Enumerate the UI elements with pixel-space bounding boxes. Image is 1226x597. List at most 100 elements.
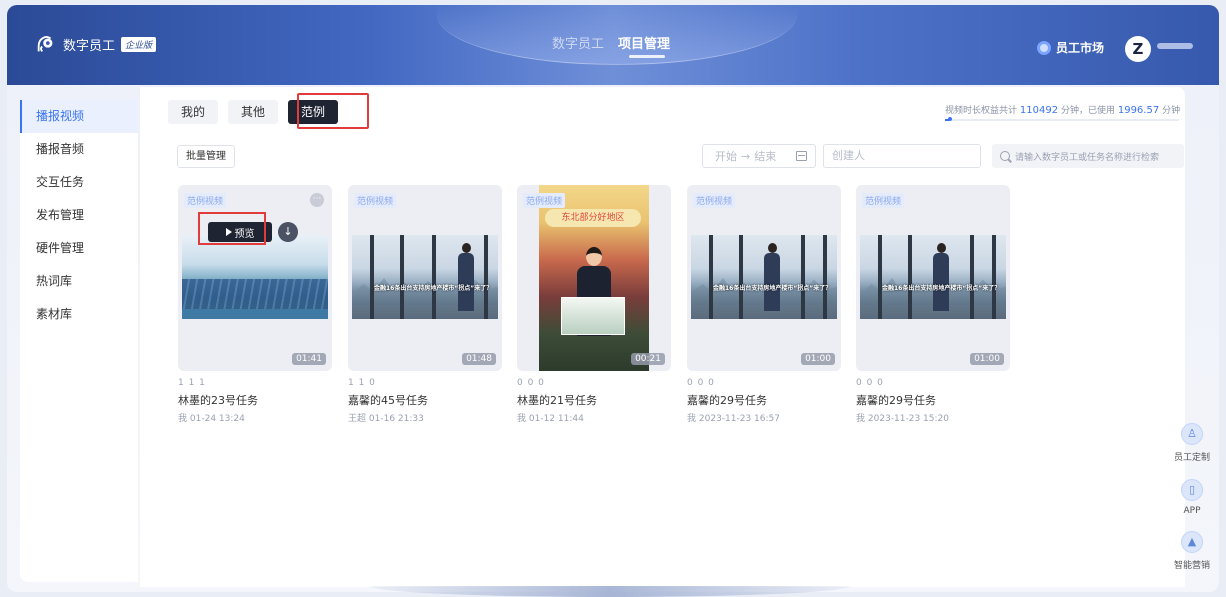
float-label: APP	[1183, 505, 1201, 516]
sidebar-item-broadcast-audio[interactable]: 播报音频	[20, 133, 138, 166]
quota-suffix: 分钟	[1162, 106, 1181, 116]
duration-badge: 01:41	[292, 353, 326, 365]
card-stats: 0 0 0	[517, 378, 545, 388]
card-subtitle: 我 2023-11-23 15:20	[856, 411, 1010, 424]
card-title[interactable]: 嘉馨的45号任务	[348, 392, 502, 408]
tab-highlight-box	[297, 93, 369, 129]
sidebar-item-interactive-task[interactable]: 交互任务	[20, 166, 138, 199]
tab-others[interactable]: 其他	[228, 100, 279, 124]
user-name-redacted	[1157, 43, 1193, 49]
thumbnail-image: 金融16条出台支持房地产楼市“拐点”来了？	[352, 235, 498, 319]
quota-progress	[945, 119, 1179, 121]
thumbnail-caption: 金融16条出台支持房地产楼市“拐点”来了？	[713, 285, 832, 292]
employee-custom-button[interactable]: ♙ 员工定制	[1169, 416, 1215, 470]
card-title[interactable]: 嘉馨的29号任务	[687, 392, 841, 408]
employee-market-link[interactable]: 员工市场	[1037, 39, 1104, 56]
app-window: 数字员工 企业版 数字员工 项目管理 员工市场 Z 播报视频 播报音频 交互任务…	[7, 5, 1219, 592]
app-button[interactable]: ▯ APP	[1169, 470, 1215, 524]
example-tag: 范例视频	[862, 193, 905, 208]
video-thumbnail[interactable]: 范例视频 金融16条出台支持房地产楼市“拐点”来了？ 01:00	[687, 185, 841, 371]
tab-mine[interactable]: 我的	[168, 100, 219, 124]
video-card[interactable]: 东北部分好地区 范例视频 00:21 0 0 0 林墨的21号任务 我 01-1…	[517, 185, 671, 424]
download-icon[interactable]: ↓	[278, 222, 298, 242]
sidebar-item-hardware[interactable]: 硬件管理	[20, 232, 138, 265]
quota-prefix: 视频时长权益共计	[945, 106, 1018, 116]
duration-badge: 01:48	[462, 353, 496, 365]
date-arrow: →	[741, 149, 751, 163]
card-time: 01-16 21:33	[368, 414, 424, 424]
creator-input[interactable]: 创建人	[823, 144, 981, 168]
video-card[interactable]: 范例视频 金融16条出台支持房地产楼市“拐点”来了？ 01:00 0 0 0 嘉…	[856, 185, 1010, 424]
card-time: 2023-11-23 16:57	[698, 414, 780, 424]
market-icon	[1037, 40, 1051, 55]
card-author: 我	[856, 414, 866, 424]
sidebar-item-materials[interactable]: 素材库	[20, 298, 138, 331]
card-title[interactable]: 林墨的21号任务	[517, 392, 671, 408]
duration-badge: 00:21	[631, 353, 665, 365]
video-thumbnail[interactable]: 范例视频 金融16条出台支持房地产楼市“拐点”来了？ 01:48	[348, 185, 502, 371]
thumbnail-caption: 金融16条出台支持房地产楼市“拐点”来了？	[374, 285, 493, 292]
card-stats: 1 1 0	[348, 378, 376, 388]
sidebar-item-publish[interactable]: 发布管理	[20, 199, 138, 232]
quota-text: 视频时长权益共计 110492 分钟，已使用 1996.57 分钟	[945, 103, 1180, 116]
card-author: 我	[178, 414, 188, 424]
nav-project-management[interactable]: 项目管理	[618, 33, 670, 52]
market-label: 员工市场	[1056, 41, 1105, 55]
card-time: 2023-11-23 15:20	[867, 414, 949, 424]
card-time: 01-24 13:24	[189, 414, 245, 424]
search-placeholder: 请输入数字员工或任务名称进行检索	[1015, 152, 1160, 163]
date-range-picker[interactable]: 开始 → 结束	[702, 144, 816, 168]
preview-highlight-box	[198, 212, 266, 245]
calendar-icon	[796, 151, 807, 161]
example-tag: 范例视频	[354, 193, 397, 208]
example-tag: 范例视频	[693, 193, 736, 208]
logo-text: 数字员工	[63, 38, 116, 54]
quota-total: 110492	[1019, 105, 1059, 116]
float-label: 员工定制	[1173, 453, 1210, 463]
card-stats: 0 0 0	[856, 378, 884, 388]
quota-used: 1996.57	[1117, 105, 1160, 116]
person-icon: ♙	[1181, 423, 1203, 445]
nav-digital-employee[interactable]: 数字员工	[552, 33, 604, 52]
float-label: 智能营销	[1173, 561, 1210, 571]
sidebar-item-hotwords[interactable]: 热词库	[20, 265, 138, 298]
thumbnail-caption: 金融16条出台支持房地产楼市“拐点”来了？	[882, 285, 1001, 292]
top-nav: 数字员工 项目管理	[552, 33, 670, 52]
search-input[interactable]: 请输入数字员工或任务名称进行检索	[992, 144, 1184, 168]
card-time: 01-12 11:44	[528, 414, 584, 424]
floating-toolbar: ♙ 员工定制 ▯ APP ▲ 智能营销	[1169, 416, 1215, 580]
search-icon	[1000, 151, 1010, 161]
thumbnail-image	[182, 235, 328, 319]
thumbnail-image: 东北部分好地区	[539, 185, 649, 371]
chart-icon: ▲	[1181, 531, 1203, 553]
card-subtitle: 我 2023-11-23 16:57	[687, 411, 841, 424]
card-subtitle: 我 01-24 13:24	[178, 411, 332, 424]
card-stats: 0 0 0	[687, 378, 715, 388]
user-avatar[interactable]: Z	[1125, 36, 1151, 62]
card-subtitle: 我 01-12 11:44	[517, 411, 671, 424]
video-card[interactable]: 范例视频 ··· 预览 ↓ 01:41 1 1 1 林墨的23号任务 我 01-…	[178, 185, 332, 424]
card-title[interactable]: 嘉馨的29号任务	[856, 392, 1010, 408]
video-thumbnail[interactable]: 范例视频 金融16条出台支持房地产楼市“拐点”来了？ 01:00	[856, 185, 1010, 371]
thumbnail-banner: 东北部分好地区	[545, 209, 641, 227]
card-author: 我	[517, 414, 527, 424]
card-author: 我	[687, 414, 697, 424]
logo-icon	[37, 36, 53, 52]
more-icon[interactable]: ···	[310, 193, 324, 207]
sidebar-item-broadcast-video[interactable]: 播报视频	[20, 100, 138, 133]
video-card[interactable]: 范例视频 金融16条出台支持房地产楼市“拐点”来了？ 01:48 1 1 0 嘉…	[348, 185, 502, 424]
video-card[interactable]: 范例视频 金融16条出台支持房地产楼市“拐点”来了？ 01:00 0 0 0 嘉…	[687, 185, 841, 424]
video-thumbnail[interactable]: 范例视频 ··· 预览 ↓ 01:41	[178, 185, 332, 371]
video-thumbnail[interactable]: 东北部分好地区 范例视频 00:21	[517, 185, 671, 371]
quota-mid: 分钟，已使用	[1060, 106, 1115, 116]
batch-manage-button[interactable]: 批量管理	[177, 145, 235, 168]
edition-badge: 企业版	[121, 36, 157, 52]
card-subtitle: 王超 01-16 21:33	[348, 411, 502, 424]
smart-marketing-button[interactable]: ▲ 智能营销	[1169, 524, 1215, 578]
card-stats: 1 1 1	[178, 378, 206, 388]
logo[interactable]: 数字员工 企业版	[35, 33, 157, 55]
card-title[interactable]: 林墨的23号任务	[178, 392, 332, 408]
example-tag: 范例视频	[523, 193, 566, 208]
thumbnail-image: 金融16条出台支持房地产楼市“拐点”来了？	[691, 235, 837, 319]
phone-icon: ▯	[1181, 478, 1203, 501]
